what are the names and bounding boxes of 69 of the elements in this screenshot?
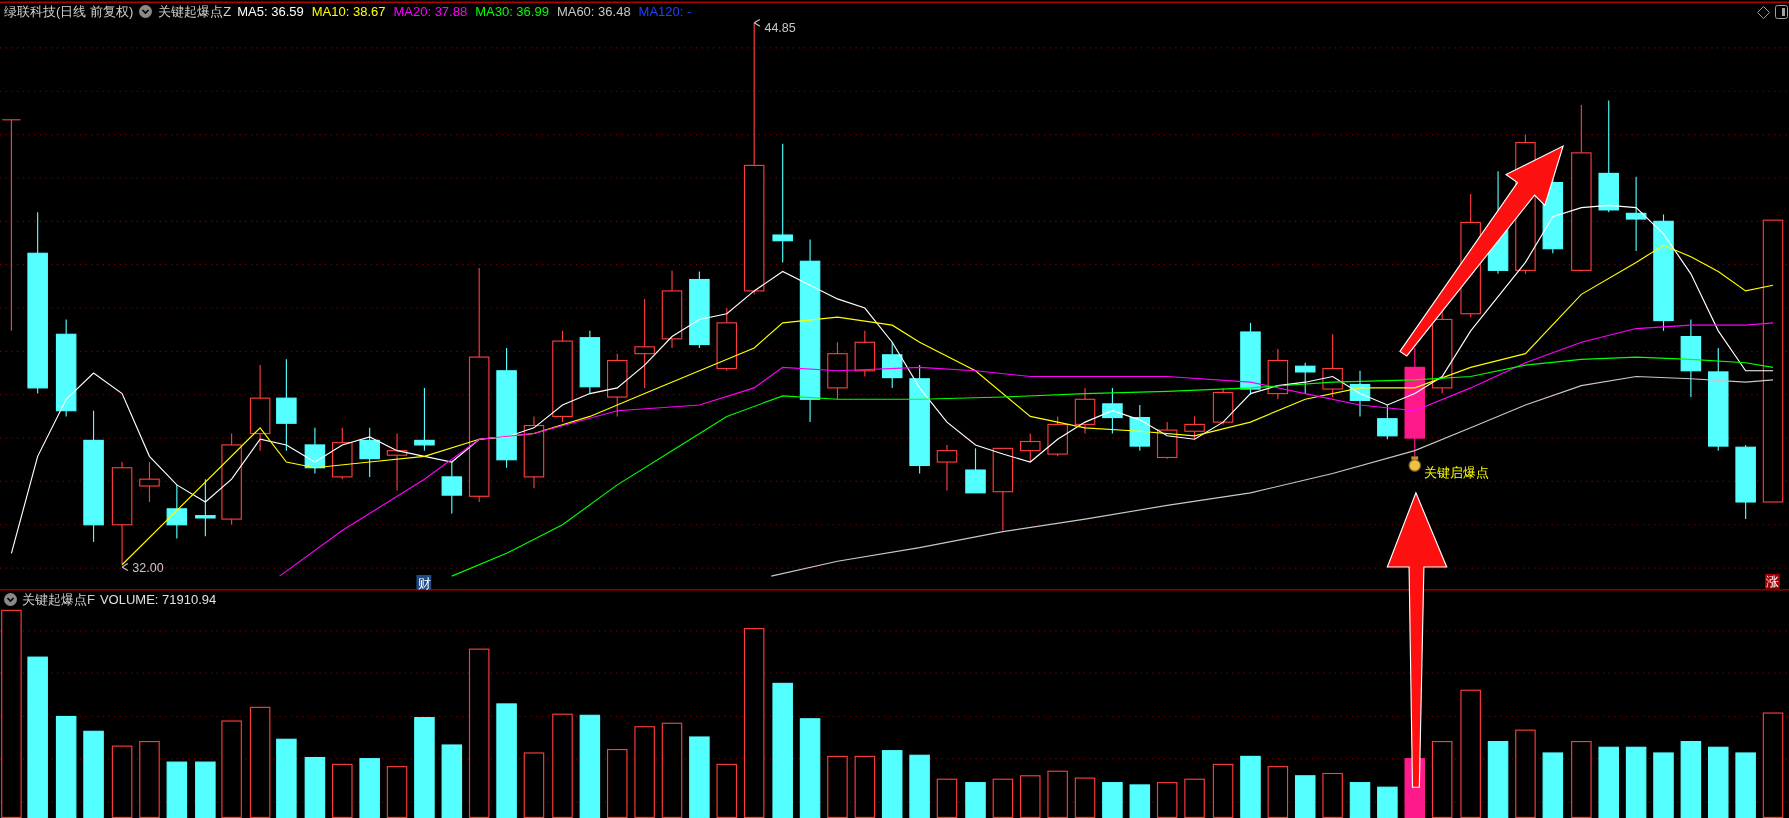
candlestick	[1267, 348, 1289, 400]
moving-average-value: MA20: 37.88	[393, 5, 468, 18]
volume-bar	[1708, 746, 1729, 818]
panel-toggle-icon[interactable]	[1775, 5, 1788, 19]
volume-bar	[965, 782, 986, 818]
candlestick	[1129, 404, 1151, 452]
event-badge[interactable]: 涨	[1765, 573, 1780, 590]
candlestick	[1074, 387, 1096, 435]
volume-bar	[1129, 784, 1151, 818]
dropdown-icon[interactable]	[4, 593, 17, 606]
volume-reading: VOLUME: 71910.94	[99, 593, 217, 606]
money-bag-icon	[1408, 456, 1422, 472]
indicator-name: 关键起爆点Z	[158, 5, 232, 18]
candlestick	[881, 341, 903, 389]
candlestick	[166, 484, 188, 540]
candlestick	[1184, 415, 1205, 440]
price-label: 44.85	[753, 18, 796, 35]
candlestick	[827, 341, 848, 400]
candlestick	[1377, 404, 1398, 440]
candlestick	[441, 461, 463, 514]
candlestick	[139, 461, 160, 503]
candlestick	[332, 427, 353, 480]
candlestick	[579, 330, 601, 395]
candlestick	[1349, 370, 1371, 417]
volume-bar	[195, 761, 216, 818]
candlestick	[936, 444, 958, 492]
candlestick	[1156, 421, 1178, 460]
diamond-icon[interactable]	[1757, 6, 1770, 19]
volume-bar	[1349, 782, 1371, 818]
candlestick	[386, 432, 408, 492]
candlestick	[1212, 387, 1234, 425]
volume-bar	[1625, 746, 1647, 818]
candlestick	[1047, 415, 1068, 457]
candlestick	[606, 353, 628, 417]
candlestick	[1102, 387, 1123, 435]
candlestick	[195, 478, 216, 537]
moving-average-value: MA120: -	[638, 5, 692, 18]
volume-bar	[881, 750, 903, 818]
candlestick	[359, 427, 380, 478]
candlestick	[1294, 362, 1316, 395]
signal-label: 关键启爆点	[1423, 465, 1489, 480]
dropdown-icon[interactable]	[139, 5, 153, 18]
moving-average-value: MA60: 36.48	[556, 5, 631, 18]
candlestick	[716, 307, 738, 372]
moving-average-value: MA10: 38.67	[311, 5, 386, 18]
candlestick	[414, 387, 435, 452]
event-badge[interactable]: 财	[416, 575, 432, 591]
volume-bar	[1102, 782, 1123, 818]
moving-average-value: MA30: 36.99	[475, 5, 549, 18]
candlestick	[965, 447, 986, 494]
volume-bar	[909, 754, 930, 818]
candlestick	[1020, 432, 1041, 463]
candlestick	[304, 427, 326, 475]
volume-bar	[1598, 746, 1619, 818]
volume-bar	[1294, 775, 1316, 818]
candlestick	[1322, 333, 1343, 398]
indicator-name: 关键起爆点F	[22, 593, 95, 606]
price-label: 32.00	[121, 560, 164, 575]
volume-bar	[1542, 752, 1564, 818]
chart-title: 绿联科技(日线 前复权)	[4, 5, 134, 18]
volume-bar	[1377, 786, 1398, 818]
volume-bar	[359, 758, 380, 818]
volume-bar	[304, 756, 326, 818]
moving-average-value: MA5: 36.59	[237, 5, 304, 18]
volume-bar	[1653, 752, 1674, 818]
candlestick	[854, 330, 876, 378]
volume-bar	[166, 761, 188, 818]
volume-bar	[1735, 752, 1756, 818]
volume-bar	[1240, 755, 1261, 818]
